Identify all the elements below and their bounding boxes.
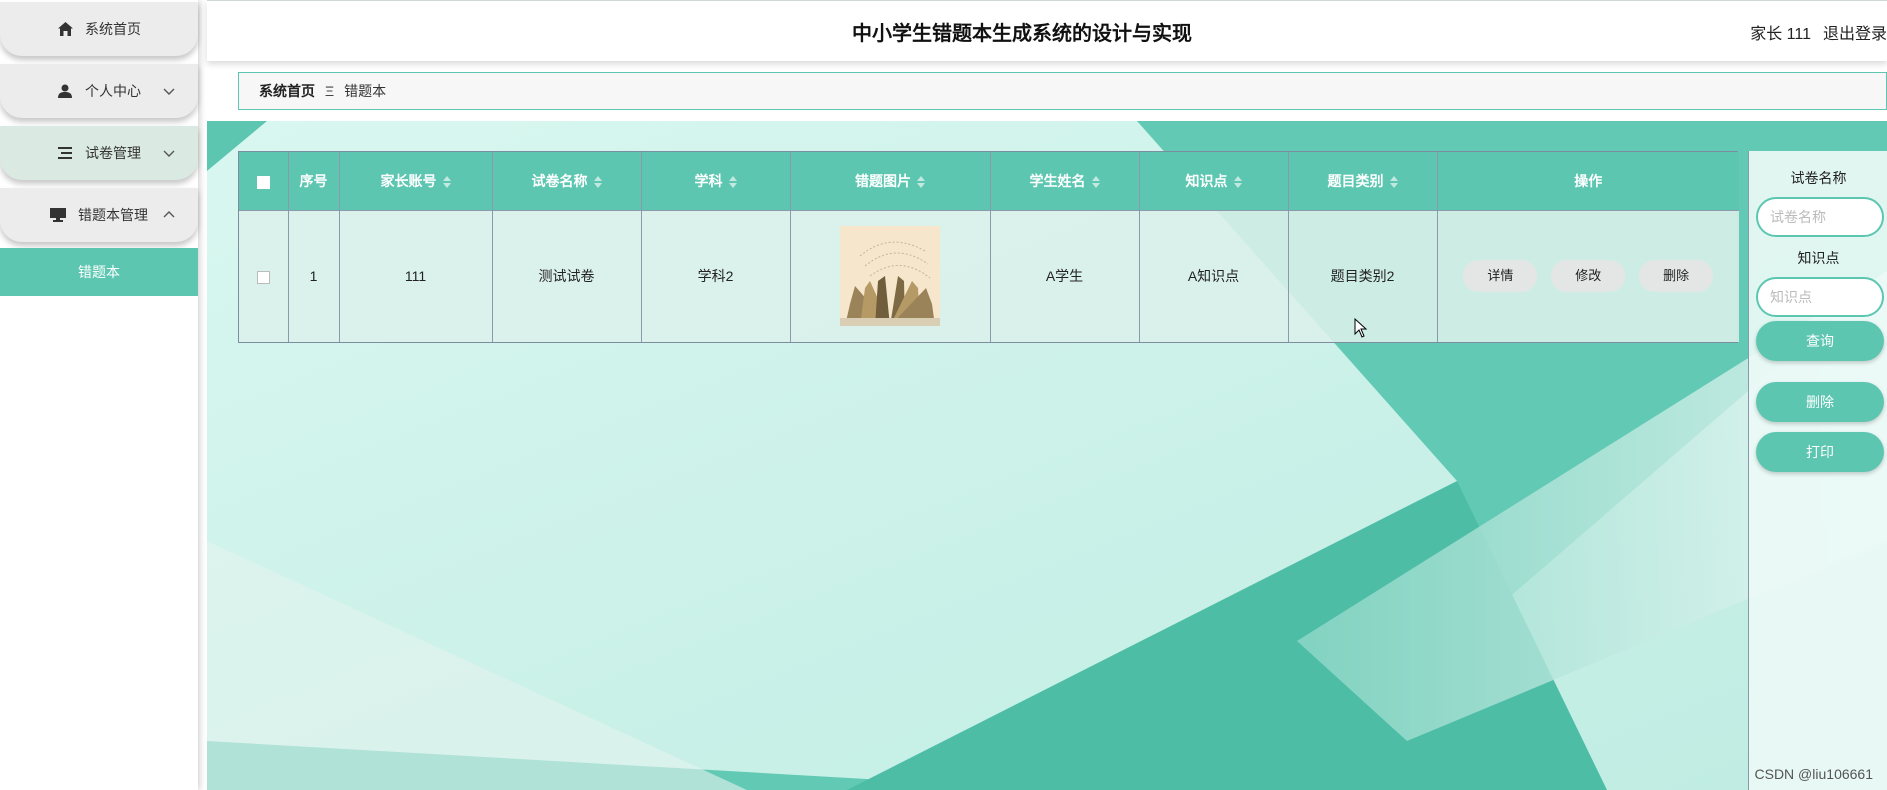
- breadcrumb-current: 错题本: [344, 83, 387, 99]
- paper-name-label: 试卷名称: [1790, 170, 1847, 186]
- column-header[interactable]: 家长账号: [339, 152, 493, 210]
- sidebar-item-label: 个人中心: [85, 83, 141, 99]
- sort-icon[interactable]: [1233, 176, 1242, 189]
- sidebar: 系统首页 个人中心 试卷管理 错题本管理 错题本: [0, 0, 198, 790]
- row-select-cell[interactable]: [239, 209, 289, 342]
- sidebar-item-wrong-book-management[interactable]: 错题本管理: [0, 188, 198, 242]
- breadcrumb-separator: Ξ: [325, 83, 335, 99]
- sidebar-item-label: 系统首页: [85, 21, 141, 37]
- user-area: 家长 111 退出登录: [1738, 1, 1887, 62]
- sort-icon[interactable]: [1091, 176, 1100, 189]
- sort-icon[interactable]: [442, 176, 451, 189]
- column-header[interactable]: 错题图片: [790, 152, 991, 210]
- open-book-image[interactable]: [840, 226, 940, 327]
- sort-icon[interactable]: [1389, 176, 1398, 189]
- paper-name-input[interactable]: [1756, 197, 1884, 237]
- sidebar-item-home[interactable]: 系统首页: [0, 2, 198, 56]
- sidebar-subitem-label: 错题本: [78, 264, 120, 280]
- filter-panel: 试卷名称 知识点 查询 删除 打印: [1748, 151, 1887, 790]
- list-icon: [57, 145, 73, 161]
- batch-delete-button[interactable]: 删除: [1756, 382, 1884, 422]
- column-header: 操作: [1437, 152, 1739, 210]
- cell-knowledge-point: A知识点: [1139, 209, 1289, 342]
- page-title: 中小学生错题本生成系统的设计与实现: [852, 23, 1192, 45]
- knowledge-point-label: 知识点: [1797, 250, 1840, 266]
- logout-link[interactable]: 退出登录: [1823, 20, 1887, 44]
- chevron-down-icon: [162, 146, 176, 160]
- query-button[interactable]: 查询: [1756, 321, 1884, 361]
- column-header: 序号: [288, 152, 340, 210]
- chevron-down-icon: [162, 84, 176, 98]
- cell-index: 1: [288, 209, 340, 342]
- sort-icon[interactable]: [593, 176, 602, 189]
- sidebar-item-label: 试卷管理: [85, 145, 141, 161]
- sidebar-item-paper-management[interactable]: 试卷管理: [0, 126, 198, 180]
- breadcrumb: 系统首页 Ξ 错题本: [238, 72, 1887, 110]
- column-header[interactable]: 试卷名称: [492, 152, 642, 210]
- cell-student-name: A学生: [990, 209, 1140, 342]
- monitor-icon: [50, 207, 66, 223]
- sidebar-item-personal-center[interactable]: 个人中心: [0, 64, 198, 118]
- delete-row-button[interactable]: 删除: [1639, 260, 1714, 293]
- cell-image: [790, 209, 991, 342]
- table-row: 1 111 测试试卷 学科2 A学生 A知识点 题目类别2 详情 修改 删除: [239, 209, 1739, 342]
- watermark: CSDN @liu106661: [1754, 766, 1874, 782]
- table-header-row: 序号 家长账号 试卷名称 学科 错题图片 学生姓名 知识点 题目类别 操作: [239, 152, 1739, 210]
- cell-actions: 详情 修改 删除: [1437, 209, 1739, 342]
- home-icon: [57, 21, 73, 37]
- knowledge-point-input[interactable]: [1756, 277, 1884, 317]
- chevron-up-icon: [162, 208, 176, 222]
- cell-parent-account: 111: [339, 209, 493, 342]
- print-button[interactable]: 打印: [1756, 432, 1884, 472]
- sort-icon[interactable]: [917, 176, 925, 189]
- top-header: 中小学生错题本生成系统的设计与实现 家长 111 退出登录: [207, 0, 1887, 61]
- user-label: 家长 111: [1750, 25, 1811, 43]
- column-header[interactable]: 学科: [641, 152, 791, 210]
- edit-button[interactable]: 修改: [1551, 260, 1626, 293]
- cell-subject: 学科2: [641, 209, 791, 342]
- user-icon: [57, 83, 73, 99]
- detail-button[interactable]: 详情: [1463, 260, 1538, 293]
- cell-paper-name: 测试试卷: [492, 209, 642, 342]
- wrong-book-table: 序号 家长账号 试卷名称 学科 错题图片 学生姓名 知识点 题目类别 操作 1 …: [238, 151, 1739, 343]
- breadcrumb-home[interactable]: 系统首页: [259, 81, 315, 101]
- sidebar-subitem-wrong-book[interactable]: 错题本: [0, 248, 198, 296]
- sidebar-item-label: 错题本管理: [78, 207, 148, 223]
- column-header[interactable]: 知识点: [1139, 152, 1289, 210]
- select-all-checkbox[interactable]: [256, 175, 270, 189]
- row-checkbox[interactable]: [256, 271, 270, 285]
- select-all-header[interactable]: [239, 152, 289, 210]
- mouse-cursor-icon: [1354, 317, 1368, 341]
- column-header[interactable]: 学生姓名: [990, 152, 1140, 210]
- sort-icon[interactable]: [728, 176, 737, 189]
- column-header[interactable]: 题目类别: [1288, 152, 1438, 210]
